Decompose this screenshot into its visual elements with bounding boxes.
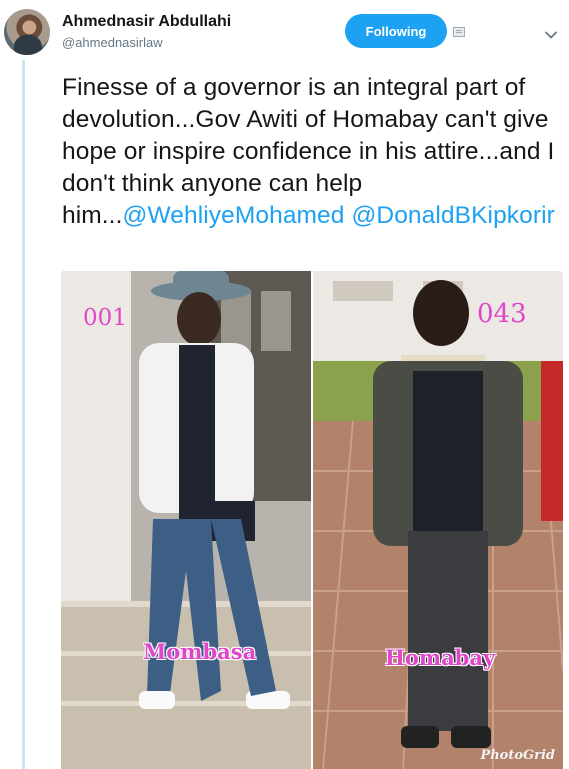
photogrid-watermark: PhotoGrid [480,748,555,763]
tweet-text: Finesse of a governor is an integral par… [62,72,562,232]
thread-line [22,60,25,769]
avatar[interactable] [4,9,50,55]
photo-number-right: 043 [477,299,527,329]
person-illustration [313,271,563,769]
photo-right[interactable]: 043 Homabay [313,271,563,769]
person-illustration [61,271,311,769]
photo-left[interactable]: 001 Mombasa [61,271,311,769]
notification-icon[interactable] [453,27,465,37]
photo-place-left: Mombasa [143,639,257,664]
photo-number-left: 001 [83,305,127,331]
photo-place-right: Homabay [385,645,496,670]
mention-link[interactable]: @WehliyeMohamed [123,202,345,229]
mention-link[interactable]: @DonaldBKipkorir [351,202,555,229]
author-name[interactable]: Ahmednasir Abdullahi [62,13,231,31]
chevron-down-icon[interactable] [544,28,558,42]
author-handle[interactable]: @ahmednasirlaw [62,35,163,50]
tweet-media[interactable]: 001 Mombasa 043 Homabay PhotoGrid [61,271,563,769]
following-button[interactable]: Following [345,14,447,48]
